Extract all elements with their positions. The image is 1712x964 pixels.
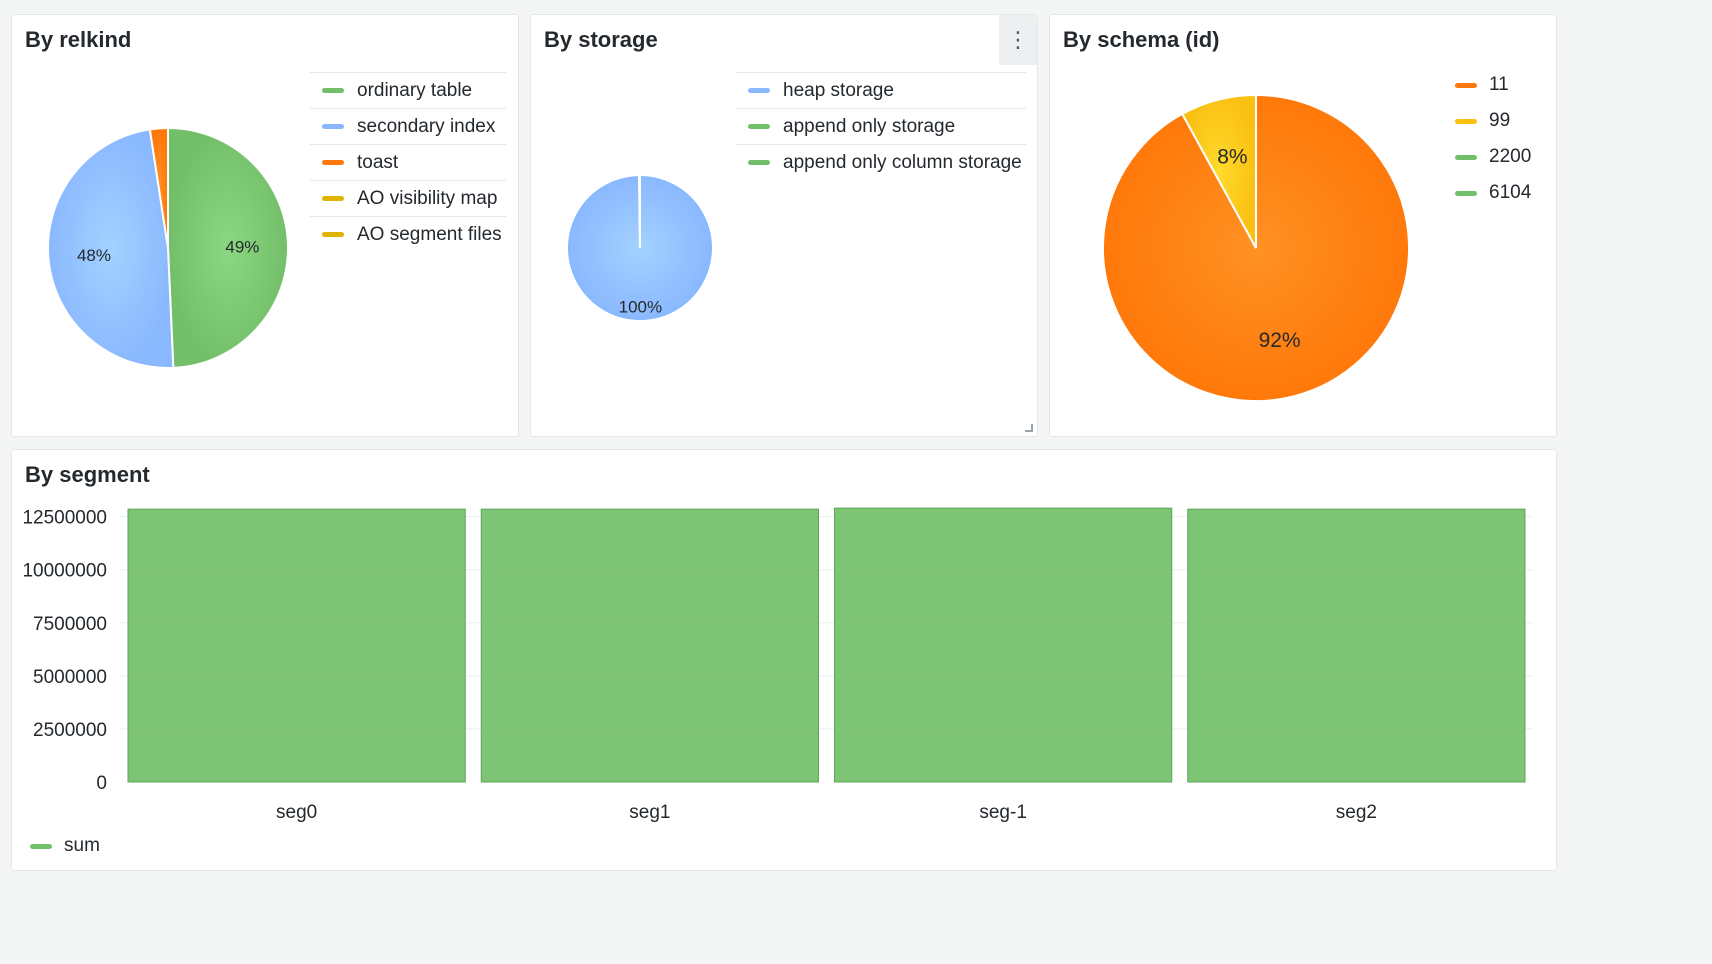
bar-seg2[interactable] (1187, 508, 1526, 783)
x-tick-label: seg-1 (979, 802, 1027, 823)
legend-label: 11 (1489, 74, 1509, 95)
resize-handle[interactable] (1025, 424, 1033, 432)
y-tick-label: 10000000 (22, 561, 107, 582)
legend-label: 99 (1489, 110, 1511, 131)
legend-label: append only storage (783, 115, 956, 137)
pie-label: 49% (225, 237, 259, 256)
legend-swatch (322, 196, 344, 201)
legend-item-append-only-column-storage[interactable]: append only column storage (736, 144, 1026, 180)
legend-item-heap-storage[interactable]: heap storage (736, 72, 1026, 108)
panel-by-schema: By schema (id) 92% 8% 11 99 2200 6104 (1049, 14, 1557, 437)
legend-swatch (322, 124, 344, 129)
pie-label: 48% (77, 246, 111, 265)
legend-swatch (748, 124, 770, 129)
legend-swatch (1455, 118, 1477, 124)
legend-label: AO visibility map (357, 187, 498, 209)
legend-item-6104[interactable]: 6104 (1455, 175, 1555, 211)
legend-segment: sum (30, 828, 230, 864)
panel-by-relkind: By relkind 49% 48% ordinary table secondar… (11, 14, 519, 437)
pie-label: 92% (1259, 329, 1301, 352)
pie-label: 8% (1217, 145, 1247, 168)
pie-label: 100% (619, 297, 662, 316)
y-tick-label: 12500000 (22, 508, 107, 529)
legend-swatch (322, 88, 344, 93)
bar-seg0[interactable] (127, 508, 466, 783)
x-tick-label: seg0 (276, 802, 317, 823)
legend-item-secondary-index[interactable]: secondary index (310, 108, 506, 144)
legend-item-ao-segment-files[interactable]: AO segment files (310, 216, 506, 252)
pie-slice-append-only-storage[interactable] (638, 173, 641, 249)
legend-item-ordinary-table[interactable]: ordinary table (310, 72, 506, 108)
y-tick-label: 7500000 (33, 614, 107, 635)
legend-swatch (30, 843, 52, 849)
legend-label: sum (64, 835, 100, 856)
legend-label: ordinary table (357, 79, 473, 101)
y-tick-label: 5000000 (33, 667, 107, 688)
legend-item-ao-visibility-map[interactable]: AO visibility map (310, 180, 506, 216)
legend-label: secondary index (357, 115, 496, 137)
legend-label: heap storage (783, 79, 894, 101)
bar-seg1[interactable] (480, 508, 819, 783)
legend-swatch (748, 88, 770, 93)
legend-item-sum[interactable]: sum (30, 828, 230, 864)
legend-swatch (1455, 82, 1477, 88)
legend-swatch (748, 160, 770, 165)
legend-label: 2200 (1489, 146, 1532, 167)
legend-swatch (322, 160, 344, 165)
legend-label: toast (357, 151, 399, 173)
legend-storage: heap storage append only storage append on… (736, 72, 1026, 180)
legend-schema: 11 99 2200 6104 (1455, 67, 1555, 211)
panel-by-storage: By storage ⋮ 100% heap storage append onl… (530, 14, 1038, 437)
legend-swatch (1455, 190, 1477, 196)
y-tick-label: 2500000 (33, 720, 107, 741)
panel-by-segment: By segment 0 2500000 5000000 7500000 1000000… (11, 449, 1557, 871)
legend-swatch (322, 232, 344, 237)
y-tick-label: 0 (96, 773, 107, 794)
legend-label: AO segment files (357, 223, 502, 245)
legend-item-append-only-storage[interactable]: append only storage (736, 108, 1026, 144)
bar-chart-segment: 0 2500000 5000000 7500000 10000000 12500000 se… (22, 507, 1533, 823)
legend-item-99[interactable]: 99 (1455, 103, 1555, 139)
legend-label: 6104 (1489, 182, 1532, 203)
legend-label: append only column storage (783, 151, 1022, 173)
legend-item-toast[interactable]: toast (310, 144, 506, 180)
x-tick-label: seg1 (629, 802, 670, 823)
bar-seg-1[interactable] (834, 507, 1173, 783)
legend-item-2200[interactable]: 2200 (1455, 139, 1555, 175)
x-tick-label: seg2 (1336, 802, 1377, 823)
legend-relkind: ordinary table secondary index toast AO vis… (310, 72, 506, 252)
legend-item-11[interactable]: 11 (1455, 67, 1555, 103)
legend-swatch (1455, 154, 1477, 160)
